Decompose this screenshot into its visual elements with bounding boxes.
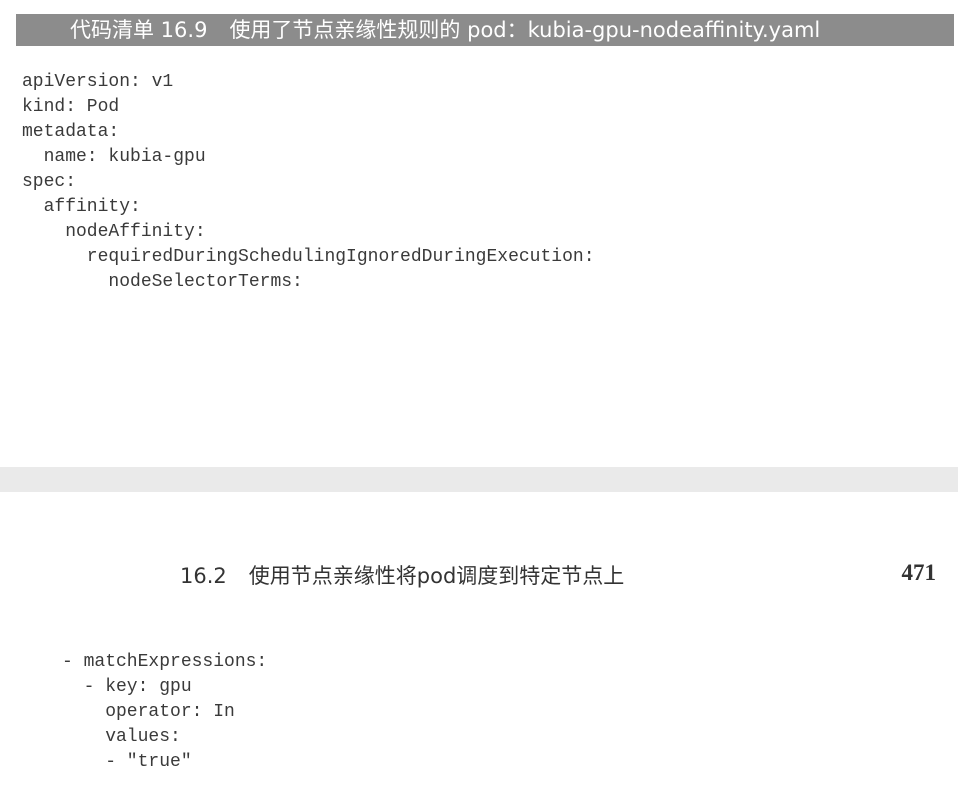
listing-number: 代码清单 16.9: [70, 18, 208, 42]
section-title: 使用节点亲缘性将pod调度到特定节点上: [248, 564, 625, 588]
code-block-top: apiVersion: v1 kind: Pod metadata: name:…: [22, 72, 595, 292]
code-block-bottom: - matchExpressions: - key: gpu operator:…: [62, 652, 268, 772]
running-header: 16.2 使用节点亲缘性将pod调度到特定节点上: [180, 560, 624, 590]
listing-title: 使用了节点亲缘性规则的 pod：kubia-gpu-nodeaffinity.y…: [229, 18, 821, 42]
page-number: 471: [901, 560, 937, 585]
section-number: 16.2: [180, 564, 227, 588]
page-separator: [0, 467, 958, 492]
code-listing-caption: 代码清单 16.9 使用了节点亲缘性规则的 pod：kubia-gpu-nodea…: [16, 14, 954, 46]
